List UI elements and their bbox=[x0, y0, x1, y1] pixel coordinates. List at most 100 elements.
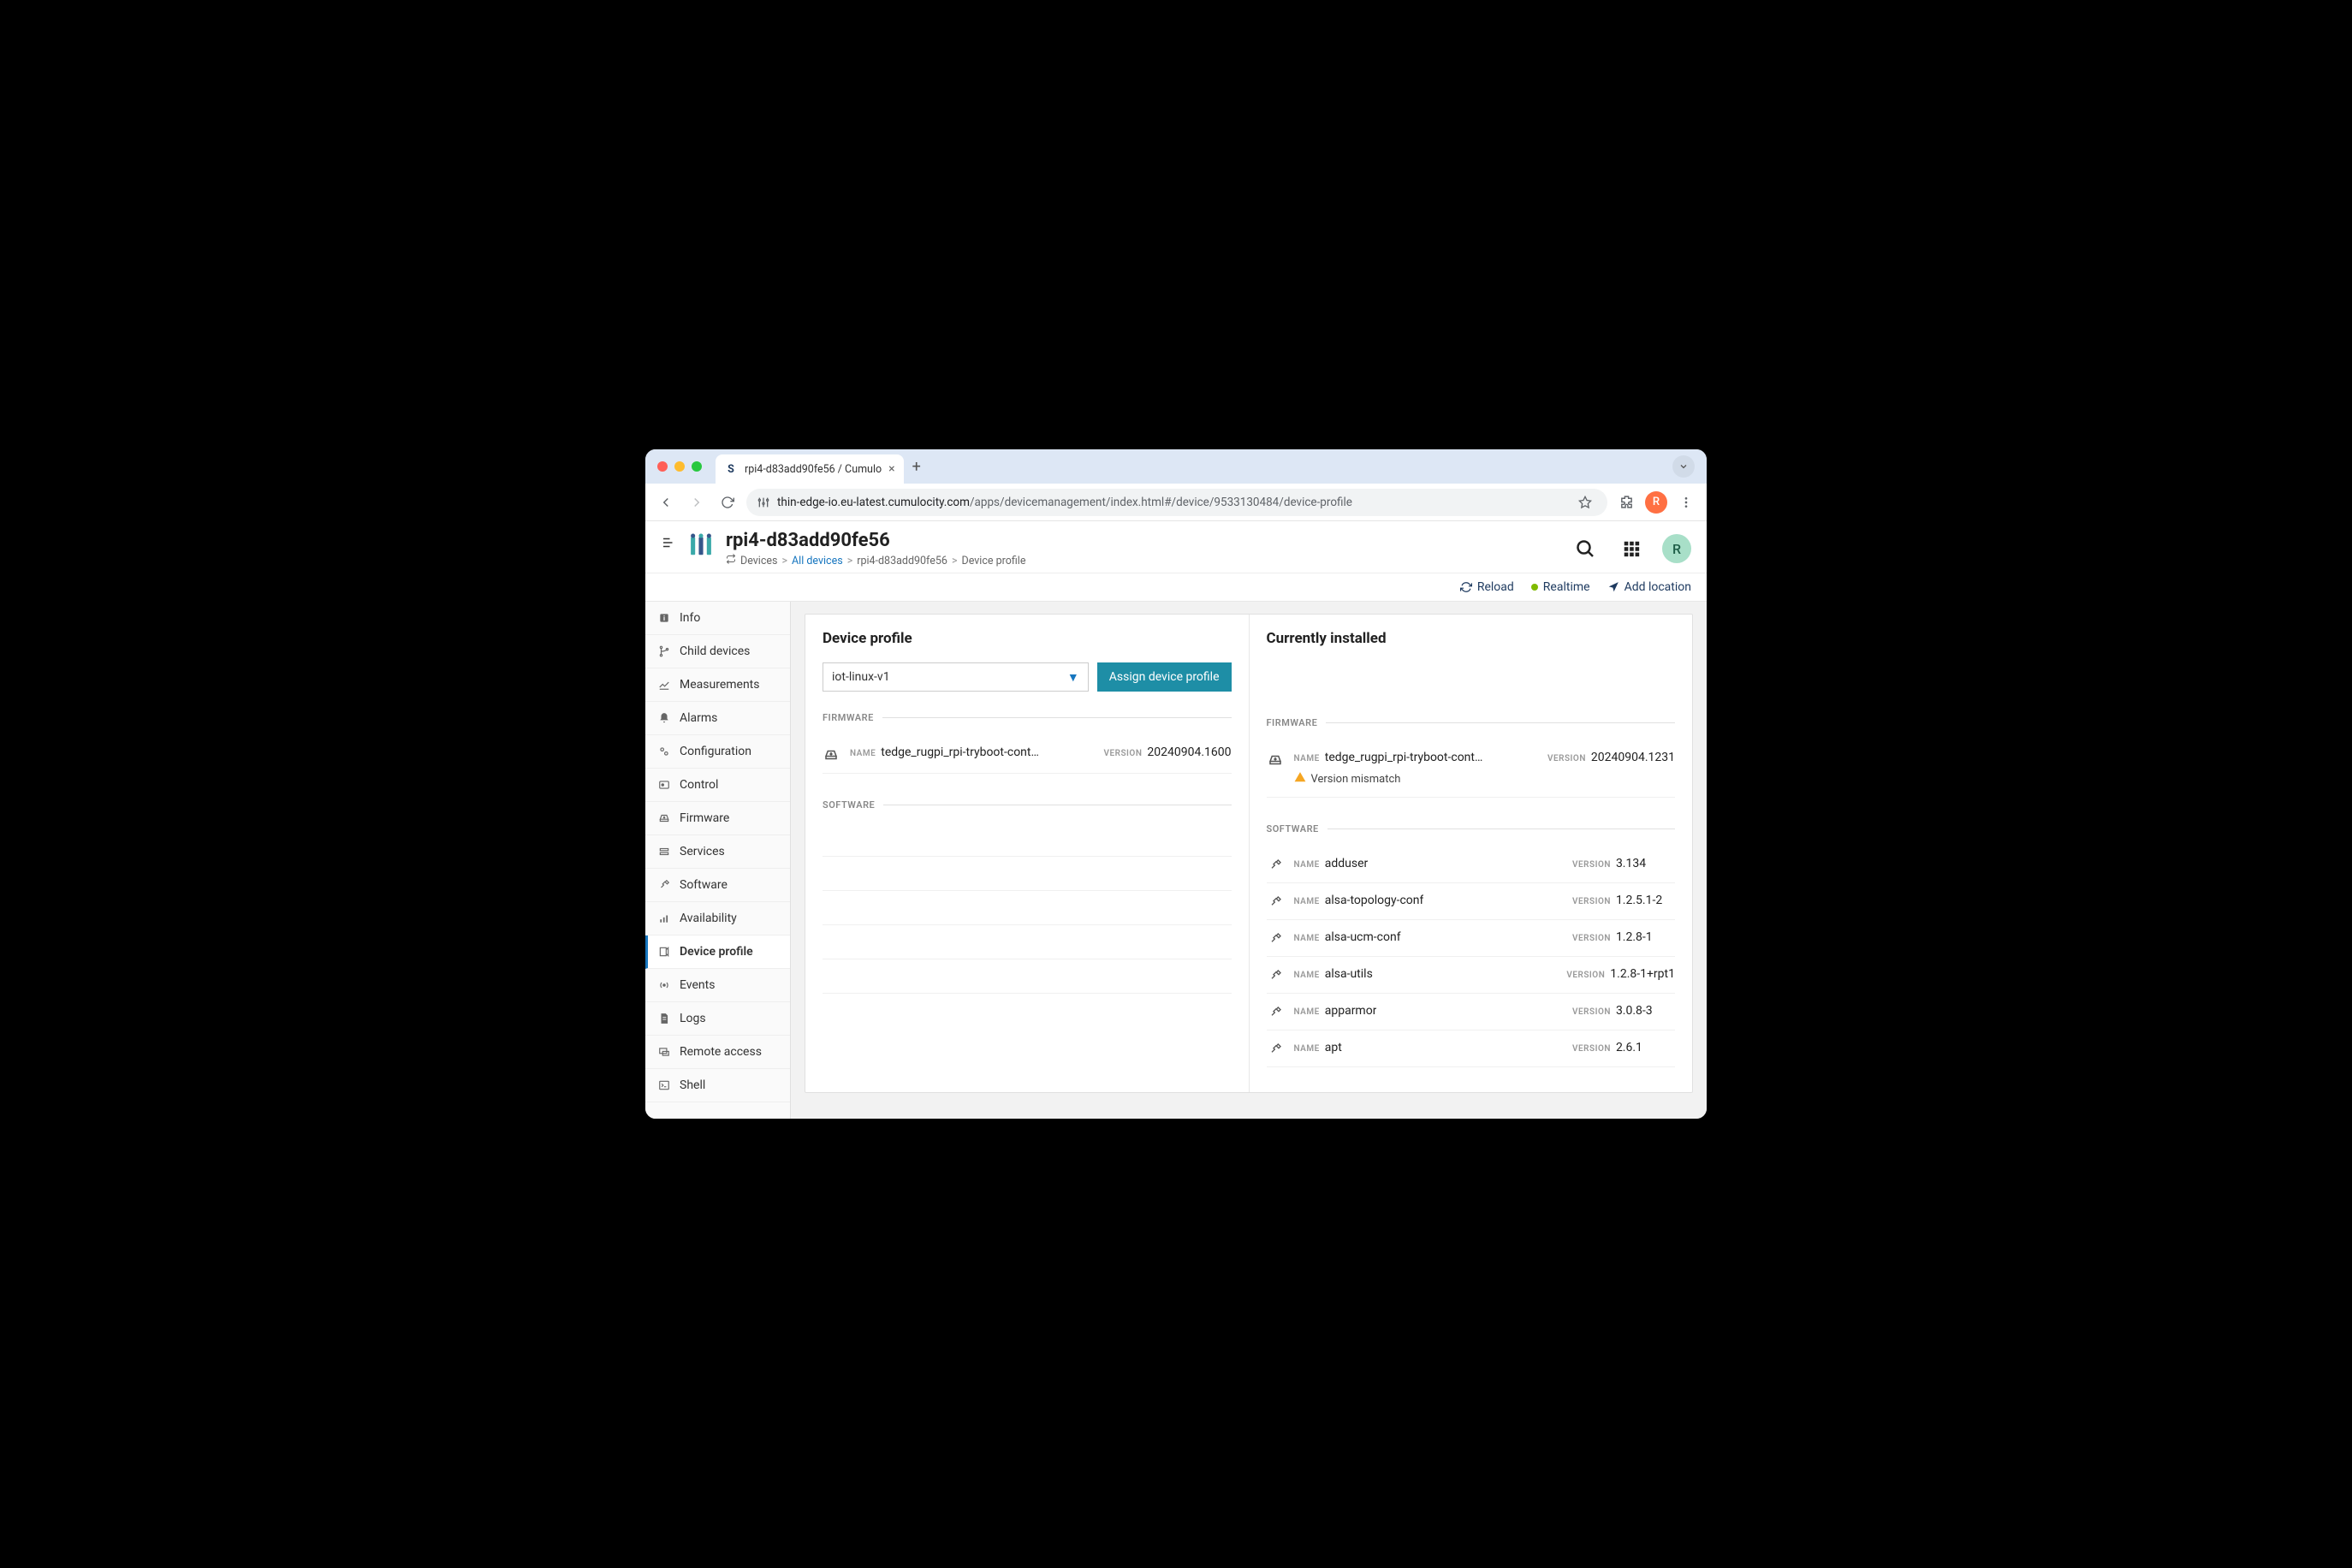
sidebar-toggle-icon[interactable] bbox=[661, 535, 676, 554]
chart-icon bbox=[657, 679, 671, 691]
menu-icon[interactable] bbox=[1674, 490, 1698, 514]
new-tab-button[interactable]: + bbox=[912, 458, 921, 476]
software-name: adduser bbox=[1325, 857, 1369, 870]
sidebar-item-child-devices[interactable]: Child devices bbox=[645, 635, 790, 668]
assign-profile-button[interactable]: Assign device profile bbox=[1097, 662, 1232, 692]
software-row: NAMEapt VERSION2.6.1 bbox=[1267, 1030, 1676, 1067]
software-icon bbox=[1267, 1042, 1284, 1056]
back-button[interactable] bbox=[654, 490, 678, 514]
reload-action[interactable]: Reload bbox=[1460, 580, 1514, 594]
firmware-name: tedge_rugpi_rpi-tryboot-contai... bbox=[881, 745, 1043, 759]
profile-avatar[interactable]: R bbox=[1645, 491, 1667, 514]
sidebar-item-events[interactable]: Events bbox=[645, 969, 790, 1002]
app-content: rpi4-d83add90fe56 Devices > All devices … bbox=[645, 521, 1707, 1119]
software-row: NAMEalsa-topology-conf VERSION1.2.5.1-2 bbox=[1267, 883, 1676, 920]
installed-firmware-row: NAMEtedge_rugpi_rpi-tryboot-contai... VE… bbox=[1267, 740, 1676, 798]
branch-icon bbox=[657, 645, 671, 657]
installed-software-label: SOFTWARE bbox=[1267, 823, 1676, 834]
breadcrumb-all-devices[interactable]: All devices bbox=[792, 555, 843, 567]
software-name: alsa-ucm-conf bbox=[1325, 930, 1401, 944]
bookmark-icon[interactable] bbox=[1573, 490, 1597, 514]
sidebar-item-device-profile[interactable]: Device profile bbox=[645, 935, 790, 969]
installed-software-list: NAMEadduser VERSION3.134 NAMEalsa-topolo… bbox=[1267, 846, 1676, 1067]
empty-row bbox=[823, 823, 1232, 857]
software-name: alsa-utils bbox=[1325, 967, 1373, 981]
breadcrumb-page: Device profile bbox=[961, 555, 1025, 567]
sidebar-item-info[interactable]: Info bbox=[645, 602, 790, 635]
site-settings-icon[interactable] bbox=[757, 496, 770, 509]
breadcrumb-swap-icon bbox=[726, 554, 736, 567]
empty-row bbox=[823, 959, 1232, 994]
software-version: 1.2.8-1 bbox=[1616, 930, 1653, 944]
firmware-icon bbox=[657, 812, 671, 824]
profile-select[interactable]: iot-linux-v1 ▼ bbox=[823, 662, 1089, 692]
close-window-button[interactable] bbox=[657, 461, 668, 472]
app-header: rpi4-d83add90fe56 Devices > All devices … bbox=[645, 521, 1707, 573]
software-icon bbox=[657, 879, 671, 891]
software-icon bbox=[1267, 1006, 1284, 1019]
software-row: NAMEadduser VERSION3.134 bbox=[1267, 846, 1676, 883]
page-toolbar: Reload Realtime Add location bbox=[645, 573, 1707, 602]
sidebar-item-software[interactable]: Software bbox=[645, 869, 790, 902]
software-row: NAMEalsa-utils VERSION1.2.8-1+rpt1 bbox=[1267, 957, 1676, 994]
empty-row bbox=[823, 857, 1232, 891]
content-area: Device profile iot-linux-v1 ▼ Assign dev… bbox=[791, 602, 1707, 1119]
services-icon bbox=[657, 846, 671, 858]
software-icon bbox=[1267, 932, 1284, 946]
profile-title: Device profile bbox=[823, 630, 1232, 647]
installed-firmware-label: FIRMWARE bbox=[1267, 717, 1676, 728]
sidebar-item-control[interactable]: Control bbox=[645, 769, 790, 802]
browser-window: S rpi4-d83add90fe56 / Cumulo × + thin-ed… bbox=[645, 449, 1707, 1119]
app-logo-icon bbox=[686, 532, 716, 564]
info-icon bbox=[657, 612, 671, 624]
software-version: 3.0.8-3 bbox=[1616, 1004, 1653, 1018]
reload-button[interactable] bbox=[716, 490, 739, 514]
sidebar-item-shell[interactable]: Shell bbox=[645, 1069, 790, 1102]
minimize-window-button[interactable] bbox=[674, 461, 685, 472]
sidebar-item-measurements[interactable]: Measurements bbox=[645, 668, 790, 702]
empty-row bbox=[823, 891, 1232, 925]
add-location-action[interactable]: Add location bbox=[1607, 580, 1691, 594]
sidebar-item-availability[interactable]: Availability bbox=[645, 902, 790, 935]
close-tab-icon[interactable]: × bbox=[888, 462, 894, 476]
maximize-window-button[interactable] bbox=[692, 461, 702, 472]
url-text: thin-edge-io.eu-latest.cumulocity.com/ap… bbox=[777, 496, 1566, 509]
device-profile-panel: Device profile iot-linux-v1 ▼ Assign dev… bbox=[805, 614, 1693, 1093]
sidebar-item-services[interactable]: Services bbox=[645, 835, 790, 869]
browser-titlebar: S rpi4-d83add90fe56 / Cumulo × + bbox=[645, 449, 1707, 484]
firmware-version: 20240904.1600 bbox=[1147, 745, 1231, 759]
realtime-toggle[interactable]: Realtime bbox=[1531, 580, 1590, 594]
sidebar-item-logs[interactable]: Logs bbox=[645, 1002, 790, 1036]
user-avatar[interactable]: R bbox=[1662, 534, 1691, 563]
remote-icon bbox=[657, 1046, 671, 1058]
search-icon[interactable] bbox=[1570, 533, 1601, 564]
forward-button[interactable] bbox=[685, 490, 709, 514]
sidebar-item-firmware[interactable]: Firmware bbox=[645, 802, 790, 835]
header-actions: R bbox=[1570, 533, 1691, 564]
breadcrumb-device[interactable]: rpi4-d83add90fe56 bbox=[857, 555, 947, 567]
favicon-icon: S bbox=[724, 462, 738, 476]
installed-column: Currently installed FIRMWARE NAMEtedge_r… bbox=[1249, 615, 1693, 1092]
breadcrumb-devices[interactable]: Devices bbox=[740, 555, 777, 567]
software-version: 1.2.5.1-2 bbox=[1616, 894, 1662, 907]
bars-icon bbox=[657, 912, 671, 924]
apps-grid-icon[interactable] bbox=[1616, 533, 1647, 564]
tab-list-button[interactable] bbox=[1672, 455, 1695, 478]
sidebar-item-configuration[interactable]: Configuration bbox=[645, 735, 790, 769]
tab-title: rpi4-d83add90fe56 / Cumulo bbox=[745, 463, 882, 476]
window-controls bbox=[657, 461, 702, 472]
browser-tab[interactable]: S rpi4-d83add90fe56 / Cumulo × bbox=[716, 454, 904, 484]
software-icon bbox=[1267, 858, 1284, 872]
software-name: apt bbox=[1325, 1041, 1342, 1054]
bell-icon bbox=[657, 712, 671, 724]
software-icon bbox=[1267, 895, 1284, 909]
sidebar-item-alarms[interactable]: Alarms bbox=[645, 702, 790, 735]
extensions-icon[interactable] bbox=[1614, 490, 1638, 514]
sidebar: Info Child devices Measurements Alarms C… bbox=[645, 602, 791, 1119]
file-icon bbox=[657, 1013, 671, 1025]
profile-firmware-row: NAMEtedge_rugpi_rpi-tryboot-contai... VE… bbox=[823, 735, 1232, 774]
version-mismatch-warning: Version mismatch bbox=[1294, 771, 1401, 787]
gear-icon bbox=[657, 745, 671, 757]
sidebar-item-remote-access[interactable]: Remote access bbox=[645, 1036, 790, 1069]
url-field[interactable]: thin-edge-io.eu-latest.cumulocity.com/ap… bbox=[746, 489, 1607, 516]
